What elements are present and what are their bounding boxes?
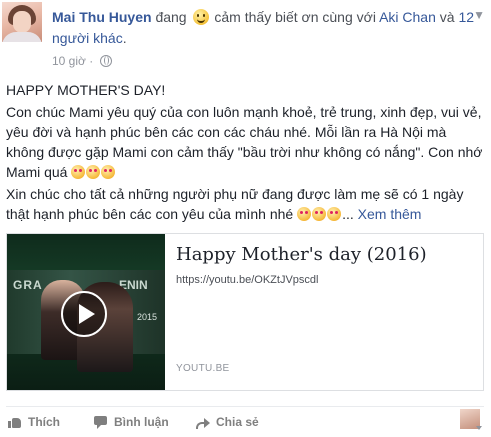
post-timestamp[interactable]: 10 giờ	[52, 54, 86, 68]
link-url[interactable]: https://youtu.be/OKZtJVpscdl	[176, 274, 318, 286]
kiss-emoji-icon	[86, 165, 101, 179]
author-avatar[interactable]	[2, 2, 42, 42]
post-actions-bar: Thích Bình luận Chia sẻ	[6, 406, 484, 431]
see-more-link[interactable]: Xem thêm	[358, 206, 422, 222]
meta-dot: ·	[89, 54, 94, 68]
comment-icon	[94, 416, 108, 429]
see-more-prefix: ...	[342, 206, 354, 222]
like-label: Thích	[28, 415, 60, 429]
thumb-sign-left: GRA	[13, 278, 43, 292]
tagged-and: và	[439, 9, 455, 25]
link-preview-card[interactable]: GRA ENIN 2015 Happy Mother's day (2016) …	[6, 233, 484, 391]
facebook-post: Mai Thu Huyen đang cảm thấy biết ơn cùng…	[0, 0, 491, 437]
activity-text: cảm thấy biết ơn cùng với	[214, 9, 376, 25]
activity-prefix: đang	[155, 9, 187, 25]
globe-icon[interactable]	[99, 55, 112, 67]
video-thumbnail[interactable]: GRA ENIN 2015	[7, 234, 165, 390]
link-domain: YOUTU.BE	[176, 363, 230, 374]
viewer-avatar[interactable]	[460, 409, 482, 430]
heart-eyes-emoji-icon	[297, 207, 312, 221]
comment-button[interactable]: Bình luận	[94, 415, 169, 429]
post-paragraph-1: Con chúc Mami yêu quý của con luôn mạnh …	[6, 102, 484, 182]
grateful-emoji-icon	[192, 9, 209, 25]
post-headline: HAPPY MOTHER'S DAY!	[6, 82, 166, 98]
share-button[interactable]: Chia sẻ	[196, 415, 259, 429]
post-paragraph-2: Xin chúc cho tất cả những người phụ nữ đ…	[6, 184, 484, 224]
tagged-end: .	[122, 30, 127, 46]
share-icon	[196, 416, 210, 429]
chevron-down-icon[interactable]: ▼	[473, 8, 485, 22]
thumbs-up-icon	[8, 416, 22, 428]
play-icon[interactable]	[61, 291, 107, 337]
post-header-line: Mai Thu Huyen đang cảm thấy biết ơn cùng…	[52, 7, 482, 49]
share-label: Chia sẻ	[216, 415, 259, 429]
comment-label: Bình luận	[114, 415, 169, 429]
kiss-emoji-icon	[101, 165, 116, 179]
author-name[interactable]: Mai Thu Huyen	[52, 9, 152, 25]
kiss-emoji-icon	[71, 165, 86, 179]
thumb-year: 2015	[137, 312, 158, 322]
post-meta: 10 giờ ·	[52, 54, 112, 68]
link-title[interactable]: Happy Mother's day (2016)	[176, 244, 427, 265]
heart-eyes-emoji-icon	[327, 207, 342, 221]
like-button[interactable]: Thích	[8, 415, 60, 429]
heart-eyes-emoji-icon	[312, 207, 327, 221]
tagged-person-link[interactable]: Aki Chan	[379, 9, 436, 25]
